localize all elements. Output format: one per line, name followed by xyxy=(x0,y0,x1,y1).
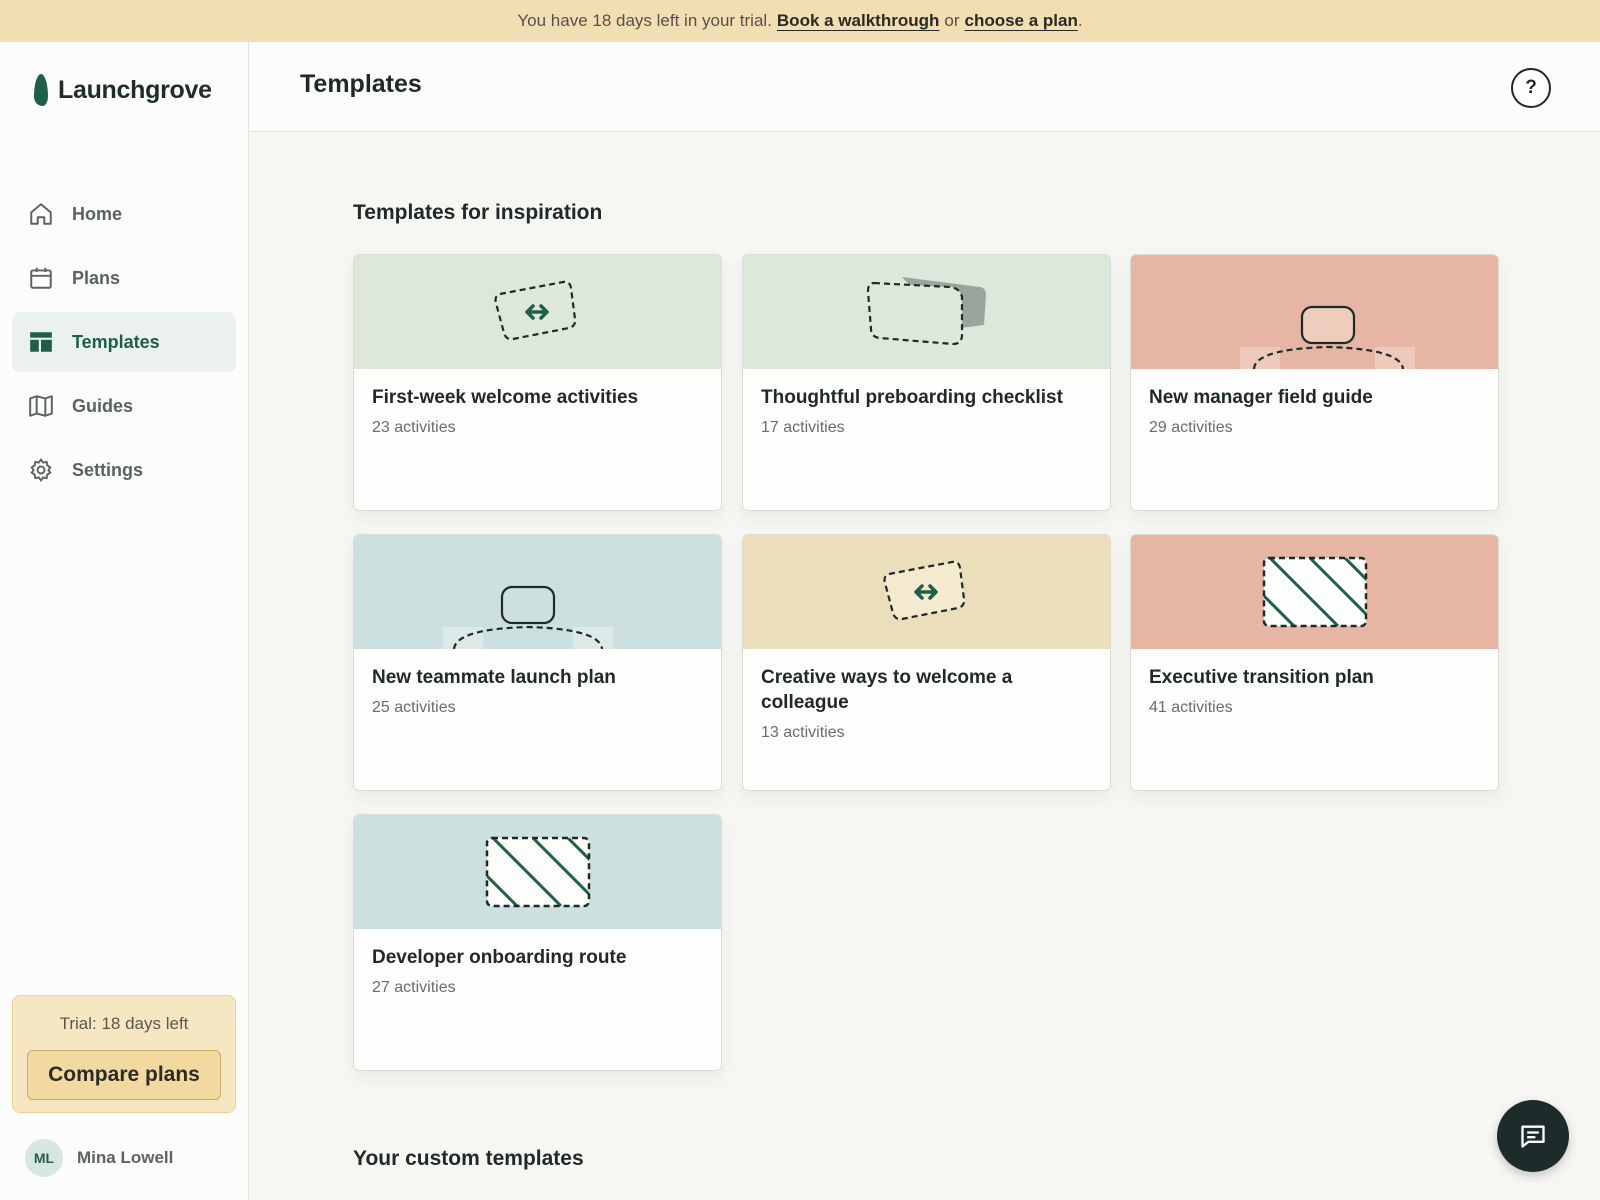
card-activity-count: 29 activities xyxy=(1149,419,1233,436)
trial-days-text: Trial: 18 days left xyxy=(59,1014,189,1033)
card-activity-count: 41 activities xyxy=(1149,699,1233,716)
card-banner xyxy=(743,255,1110,369)
sidebar: Launchgrove Home Plans Templates Guides … xyxy=(0,42,249,1200)
card-title: Developer onboarding route xyxy=(372,947,627,968)
card-title: New teammate launch plan xyxy=(372,667,616,688)
book-icon xyxy=(29,395,53,417)
leaf-logo-icon xyxy=(34,74,48,106)
card-banner xyxy=(354,815,721,929)
template-card[interactable]: Thoughtful preboarding checklist 17 acti… xyxy=(742,254,1111,511)
card-banner xyxy=(1131,255,1498,369)
calendar-icon xyxy=(30,267,52,289)
card-banner xyxy=(354,535,721,649)
sidebar-item-label: Plans xyxy=(72,267,121,288)
templates-icon xyxy=(30,332,52,352)
chat-icon xyxy=(1521,1125,1545,1148)
sidebar-item-label: Settings xyxy=(72,459,144,480)
sidebar-item-settings[interactable]: Settings xyxy=(12,440,236,500)
card-title: Thoughtful preboarding checklist xyxy=(761,387,1063,408)
card-title: Executive transition plan xyxy=(1149,667,1374,688)
sidebar-item-home[interactable]: Home xyxy=(12,184,236,244)
template-card[interactable]: New manager field guide 29 activities xyxy=(1130,254,1499,511)
template-card[interactable]: New teammate launch plan 25 activities xyxy=(353,534,722,791)
logo[interactable]: Launchgrove xyxy=(34,74,212,106)
swap-arrows-icon xyxy=(882,560,965,621)
sidebar-item-label: Guides xyxy=(72,395,134,416)
avatar: ML xyxy=(25,1139,63,1177)
sidebar-nav: Home Plans Templates Guides Settings xyxy=(12,184,236,504)
chat-button[interactable] xyxy=(1497,1100,1569,1172)
card-activity-count: 23 activities xyxy=(372,419,456,436)
card-banner xyxy=(354,255,721,369)
section-title-inspiration: Templates for inspiration xyxy=(353,201,603,224)
card-title: First-week welcome activities xyxy=(372,387,639,408)
banner-or-text: or xyxy=(944,11,960,30)
sidebar-item-label: Home xyxy=(72,203,123,224)
person-icon xyxy=(442,585,613,649)
card-activity-count: 17 activities xyxy=(761,419,845,436)
card-banner xyxy=(1131,535,1498,649)
trial-banner: You have 18 days left in your trial. Boo… xyxy=(0,0,1600,42)
swap-arrows-icon xyxy=(493,280,576,341)
card-activity-count: 25 activities xyxy=(372,699,456,716)
template-card[interactable]: Developer onboarding route 27 activities xyxy=(353,814,722,1071)
card-title: New manager field guide xyxy=(1149,387,1373,408)
card-banner xyxy=(743,535,1110,649)
sidebar-item-label: Templates xyxy=(72,331,160,352)
user-profile[interactable]: ML Mina Lowell xyxy=(25,1139,173,1177)
home-icon xyxy=(30,203,52,225)
sidebar-item-templates[interactable]: Templates xyxy=(12,312,236,372)
sidebar-item-guides[interactable]: Guides xyxy=(12,376,236,436)
card-stack-icon xyxy=(866,277,986,346)
page-header: Templates ? xyxy=(250,42,1600,132)
choose-plan-link[interactable]: choose a plan xyxy=(965,11,1078,31)
brand-name: Launchgrove xyxy=(58,75,212,104)
page-title: Templates xyxy=(300,70,422,98)
compare-plans-button[interactable]: Compare plans xyxy=(27,1050,221,1100)
person-icon xyxy=(1239,305,1415,369)
banner-text: You have 18 days left in your trial. xyxy=(517,11,772,30)
help-button[interactable]: ? xyxy=(1511,68,1551,108)
striped-box-icon xyxy=(1262,556,1367,628)
sidebar-item-plans[interactable]: Plans xyxy=(12,248,236,308)
card-title: Creative ways to welcome a colleague xyxy=(761,667,1013,713)
gear-icon xyxy=(30,458,52,482)
card-activity-count: 13 activities xyxy=(761,724,845,741)
book-walkthrough-link[interactable]: Book a walkthrough xyxy=(777,11,939,31)
template-card[interactable]: First-week welcome activities 23 activit… xyxy=(353,254,722,511)
template-card[interactable]: Executive transition plan 41 activities xyxy=(1130,534,1499,791)
card-activity-count: 27 activities xyxy=(372,979,456,996)
section-title-custom: Your custom templates xyxy=(353,1147,584,1170)
banner-period: . xyxy=(1077,11,1083,30)
user-name: Mina Lowell xyxy=(77,1148,174,1167)
trial-card: Trial: 18 days left Compare plans xyxy=(12,995,236,1113)
template-card[interactable]: Creative ways to welcome a colleague 13 … xyxy=(742,534,1111,791)
striped-box-icon xyxy=(485,836,590,908)
